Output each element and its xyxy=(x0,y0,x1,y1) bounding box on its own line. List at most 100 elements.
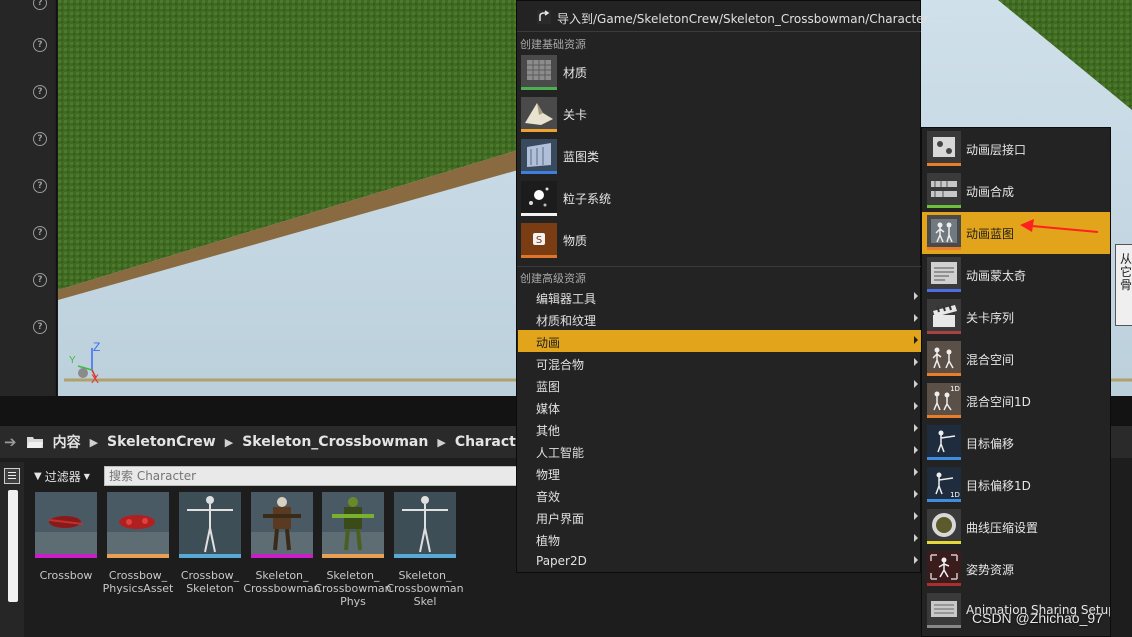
tooltip: 从 它 骨 xyxy=(1115,244,1132,326)
asset-thumbnail xyxy=(107,492,169,554)
sources-sidebar xyxy=(0,462,24,637)
terrain-grass xyxy=(58,0,518,290)
menu-item-particle-system[interactable]: 粒子系统 xyxy=(521,180,919,220)
asset-crossbow-skeleton[interactable]: Crossbow_ Skeleton xyxy=(179,492,241,595)
menu-item-label: 媒体 xyxy=(536,402,561,416)
submenu-arrow-icon xyxy=(914,534,918,542)
axis-y-label: Y xyxy=(69,355,76,366)
menu-item-label: 可混合物 xyxy=(536,358,585,372)
breadcrumb-content[interactable]: 内容 xyxy=(53,432,81,452)
submenu-item-curve-compression[interactable]: 曲线压缩设置 xyxy=(922,506,1110,548)
advanced-assets-header: 创建高级资源 xyxy=(520,272,586,285)
curve-compression-icon xyxy=(927,509,961,541)
anim-composite-icon xyxy=(927,173,961,205)
folder-icon xyxy=(26,437,43,448)
anim-layer-interface-icon xyxy=(927,131,961,163)
svg-text:1D: 1D xyxy=(950,491,960,499)
chevron-right-icon: ▶ xyxy=(89,435,99,449)
submenu-item-label: 混合空间 xyxy=(966,353,1015,367)
help-icon[interactable]: ? xyxy=(33,132,47,146)
submenu-item-pose-asset[interactable]: 姿势资源 xyxy=(922,548,1110,590)
anim-blueprint-icon xyxy=(927,215,961,247)
menu-item-substance[interactable]: S 物质 xyxy=(521,222,919,262)
help-icon[interactable]: ? xyxy=(33,179,47,193)
menu-item-materials-textures[interactable]: 材质和纹理 xyxy=(518,308,921,330)
help-icon[interactable]: ? xyxy=(33,273,47,287)
menu-item-miscellaneous[interactable]: 其他 xyxy=(518,418,921,440)
menu-item-media[interactable]: 媒体 xyxy=(518,396,921,418)
asset-crossbow[interactable]: Crossbow xyxy=(35,492,97,582)
submenu-item-anim-montage[interactable]: 动画蒙太奇 xyxy=(922,254,1110,296)
submenu-item-label: 关卡序列 xyxy=(966,311,1015,325)
sources-scrollbar[interactable] xyxy=(8,490,18,602)
menu-item-blueprints[interactable]: 蓝图 xyxy=(518,374,921,396)
anim-montage-icon xyxy=(927,257,961,289)
submenu-item-label: 姿势资源 xyxy=(966,563,1015,577)
submenu-item-label: 混合空间1D xyxy=(966,395,1031,409)
submenu-item-label: 动画蓝图 xyxy=(966,227,1015,241)
menu-item-animation[interactable]: 动画 xyxy=(518,330,921,352)
search-input[interactable] xyxy=(104,466,544,486)
asset-skeleton-crossbowman-skel[interactable]: Skeleton_ Crossbowman Skel xyxy=(386,492,464,608)
help-icon[interactable]: ? xyxy=(33,85,47,99)
submenu-item-level-sequence[interactable]: 关卡序列 xyxy=(922,296,1110,338)
submenu-item-anim-composite[interactable]: 动画合成 xyxy=(922,170,1110,212)
menu-item-foliage[interactable]: 植物 xyxy=(518,528,921,550)
substance-icon: S xyxy=(521,223,557,255)
asset-skeleton-crossbowman[interactable]: Skeleton_ Crossbowman xyxy=(243,492,321,595)
forward-arrow-icon[interactable]: ➔ xyxy=(4,433,17,451)
filter-button[interactable]: ▼ 过滤器 ▼ xyxy=(34,466,90,486)
details-panel: ? ? ? ? ? ? ? ? xyxy=(0,0,57,396)
menu-item-label: 音效 xyxy=(536,490,561,504)
watermark: CSDN @Zhichao_97 xyxy=(972,610,1103,626)
menu-item-sounds[interactable]: 音效 xyxy=(518,484,921,506)
submenu-item-blend-space-1d[interactable]: 1D 混合空间1D xyxy=(922,380,1110,422)
help-icon[interactable]: ? xyxy=(33,226,47,240)
menu-item-user-interface[interactable]: 用户界面 xyxy=(518,506,921,528)
menu-item-ai[interactable]: 人工智能 xyxy=(518,440,921,462)
menu-item-label: 材质 xyxy=(563,66,588,80)
menu-item-paper2d[interactable]: Paper2D xyxy=(518,550,921,572)
asset-crossbow-physicsasset[interactable]: Crossbow_ PhysicsAsset xyxy=(103,492,173,595)
submenu-item-label: 动画层接口 xyxy=(966,143,1027,157)
submenu-item-anim-layer-interface[interactable]: 动画层接口 xyxy=(922,128,1110,170)
import-item[interactable]: 导入到/Game/SkeletonCrew/Skeleton_Crossbowm… xyxy=(517,1,950,31)
asset-label: Skeleton_ Crossbowman Skel xyxy=(386,569,464,608)
aim-offset-icon xyxy=(927,425,961,457)
submenu-item-blend-space[interactable]: 混合空间 xyxy=(922,338,1110,380)
menu-item-physics[interactable]: 物理 xyxy=(518,462,921,484)
help-icon[interactable]: ? xyxy=(33,320,47,334)
help-icon[interactable]: ? xyxy=(33,38,47,52)
aim-offset-1d-icon: 1D xyxy=(927,467,961,499)
material-icon xyxy=(521,55,557,87)
asset-label: Skeleton_ Crossbowman xyxy=(243,569,321,595)
asset-skeleton-crossbowman-phys[interactable]: Skeleton_ Crossbowman Phys xyxy=(314,492,392,608)
svg-text:S: S xyxy=(536,235,542,246)
submenu-item-aim-offset[interactable]: 目标偏移 xyxy=(922,422,1110,464)
breadcrumb-skeleton-crossbowman[interactable]: Skeleton_Crossbowman xyxy=(242,434,428,450)
menu-item-label: 蓝图类 xyxy=(563,150,600,164)
sources-toggle-icon[interactable] xyxy=(4,468,20,484)
submenu-item-label: 曲线压缩设置 xyxy=(966,521,1039,535)
menu-item-label: 物理 xyxy=(536,468,561,482)
menu-item-blendables[interactable]: 可混合物 xyxy=(518,352,921,374)
animation-sharing-icon xyxy=(927,593,961,625)
menu-item-label: 蓝图 xyxy=(536,380,561,394)
breadcrumb-skeletoncrew[interactable]: SkeletonCrew xyxy=(107,434,216,450)
submenu-item-label: 目标偏移 xyxy=(966,437,1015,451)
menu-item-label: 用户界面 xyxy=(536,512,585,526)
context-menu: 导入到/Game/SkeletonCrew/Skeleton_Crossbowm… xyxy=(516,0,950,573)
menu-item-label: 关卡 xyxy=(563,108,588,122)
blend-space-icon xyxy=(927,341,961,373)
menu-item-material[interactable]: 材质 xyxy=(521,54,919,94)
menu-item-label: 物质 xyxy=(563,234,588,248)
asset-type-bar xyxy=(35,554,97,558)
red-arrow-annotation xyxy=(1020,219,1098,233)
submenu-item-aim-offset-1d[interactable]: 1D 目标偏移1D xyxy=(922,464,1110,506)
menu-item-level[interactable]: 关卡 xyxy=(521,96,919,136)
asset-thumbnail xyxy=(394,492,456,554)
menu-item-label: 编辑器工具 xyxy=(536,292,597,306)
import-item-label: 导入到/Game/SkeletonCrew/Skeleton_Crossbowm… xyxy=(557,12,951,26)
menu-item-blueprint-class[interactable]: 蓝图类 xyxy=(521,138,919,178)
menu-item-editor-utilities[interactable]: 编辑器工具 xyxy=(518,286,921,308)
